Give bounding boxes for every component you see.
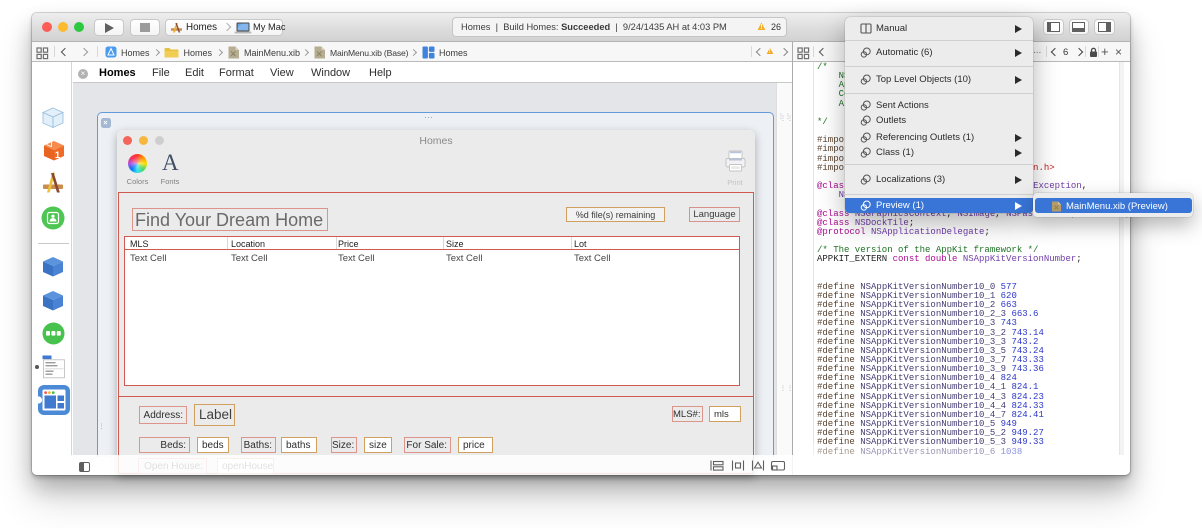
svg-text:1: 1	[54, 150, 60, 161]
